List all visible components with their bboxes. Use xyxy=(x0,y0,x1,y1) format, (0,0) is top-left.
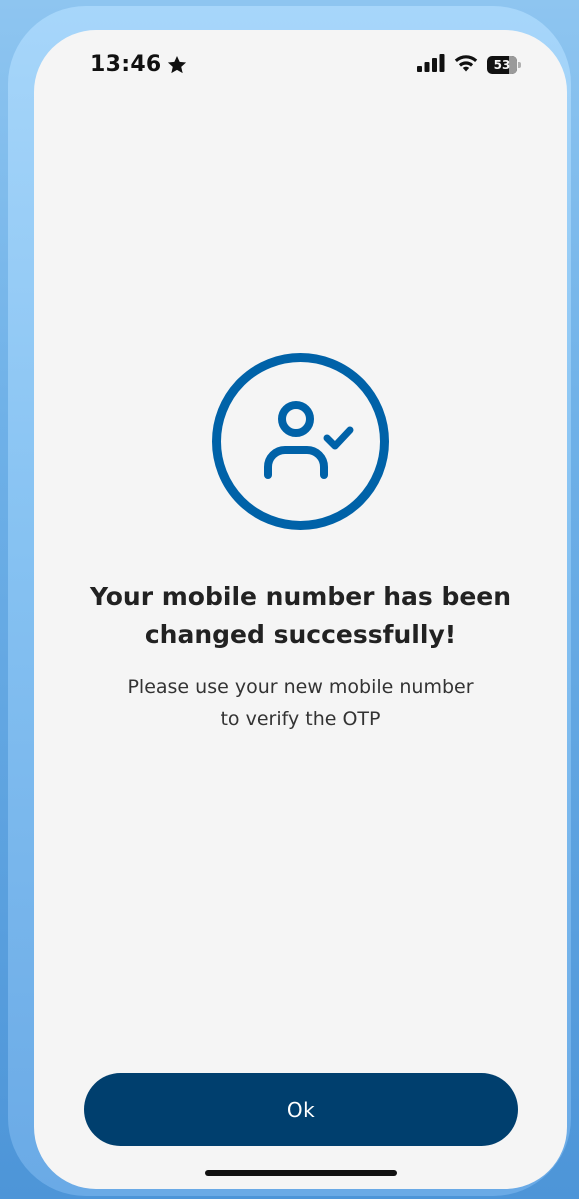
battery-body: 53 xyxy=(487,56,517,74)
success-subtitle-line1: Please use your new mobile number xyxy=(127,676,474,698)
device-frame: 13:46 53 Your mobile number has been cha… xyxy=(8,6,571,1196)
status-time: 13:46 xyxy=(90,52,162,77)
success-title: Your mobile number has been changed succ… xyxy=(34,578,567,654)
ok-button[interactable]: Ok xyxy=(84,1073,518,1146)
status-time-group: 13:46 xyxy=(90,52,188,77)
success-title-line1: Your mobile number has been xyxy=(89,582,512,611)
battery-level: 53 xyxy=(493,58,511,72)
status-bar: 13:46 53 xyxy=(34,30,567,100)
success-subtitle-line2: to verify the OTP xyxy=(220,708,381,730)
battery-icon: 53 xyxy=(487,56,521,74)
home-indicator[interactable] xyxy=(205,1170,397,1176)
app-screen: 13:46 53 Your mobile number has been cha… xyxy=(34,30,567,1189)
success-subtitle: Please use your new mobile number to ver… xyxy=(34,671,567,735)
success-title-line2: changed successfully! xyxy=(144,620,457,649)
cellular-signal-icon xyxy=(417,54,445,76)
wifi-icon xyxy=(454,54,478,76)
status-indicators: 53 xyxy=(417,54,521,76)
user-check-icon xyxy=(210,351,391,532)
star-icon xyxy=(166,54,188,76)
